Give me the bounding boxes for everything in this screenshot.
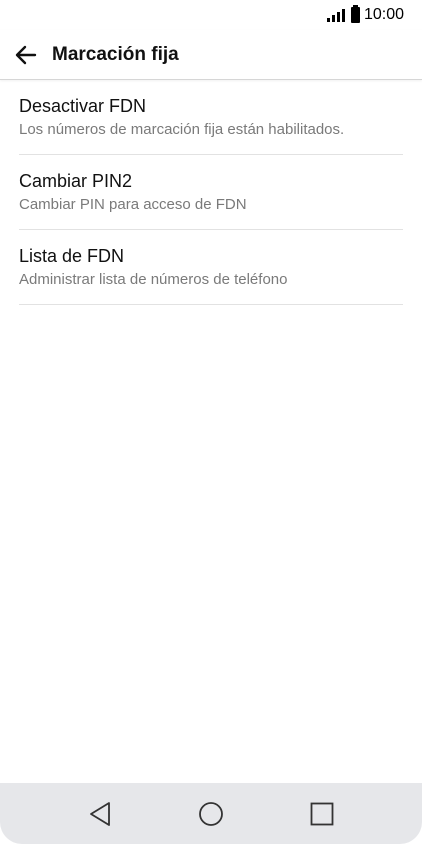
nav-back-button[interactable]	[70, 789, 130, 839]
nav-recents-button[interactable]	[292, 789, 352, 839]
list-item-cambiar-pin2[interactable]: Cambiar PIN2 Cambiar PIN para acceso de …	[19, 155, 403, 230]
app-bar: Marcación fija	[0, 30, 422, 80]
list-item-subtitle: Cambiar PIN para acceso de FDN	[19, 196, 247, 213]
settings-list: Desactivar FDN Los números de marcación …	[19, 80, 403, 305]
screen: 10:00 Marcación fija Desactivar FDN Los …	[0, 0, 422, 844]
list-item-desactivar-fdn[interactable]: Desactivar FDN Los números de marcación …	[19, 80, 403, 155]
arrow-back-icon	[15, 45, 37, 64]
signal-icon	[326, 8, 345, 22]
navigation-bar	[0, 783, 422, 844]
circle-home-icon	[199, 801, 223, 826]
status-bar: 10:00	[0, 0, 422, 30]
list-item-title: Lista de FDN	[19, 246, 125, 266]
list-item-subtitle: Los números de marcación fija están habi…	[19, 121, 345, 138]
square-recents-icon	[310, 802, 334, 825]
list-item-title: Desactivar FDN	[19, 96, 147, 116]
battery-icon	[350, 5, 360, 23]
page-title: Marcación fija	[52, 43, 179, 65]
list-item-subtitle: Administrar lista de números de teléfono	[19, 271, 288, 288]
back-button[interactable]	[0, 30, 52, 80]
status-time: 10:00	[363, 6, 404, 23]
list-item-lista-fdn[interactable]: Lista de FDN Administrar lista de número…	[19, 230, 403, 305]
triangle-back-icon	[90, 801, 110, 826]
list-item-title: Cambiar PIN2	[19, 171, 133, 191]
nav-home-button[interactable]	[181, 789, 241, 839]
